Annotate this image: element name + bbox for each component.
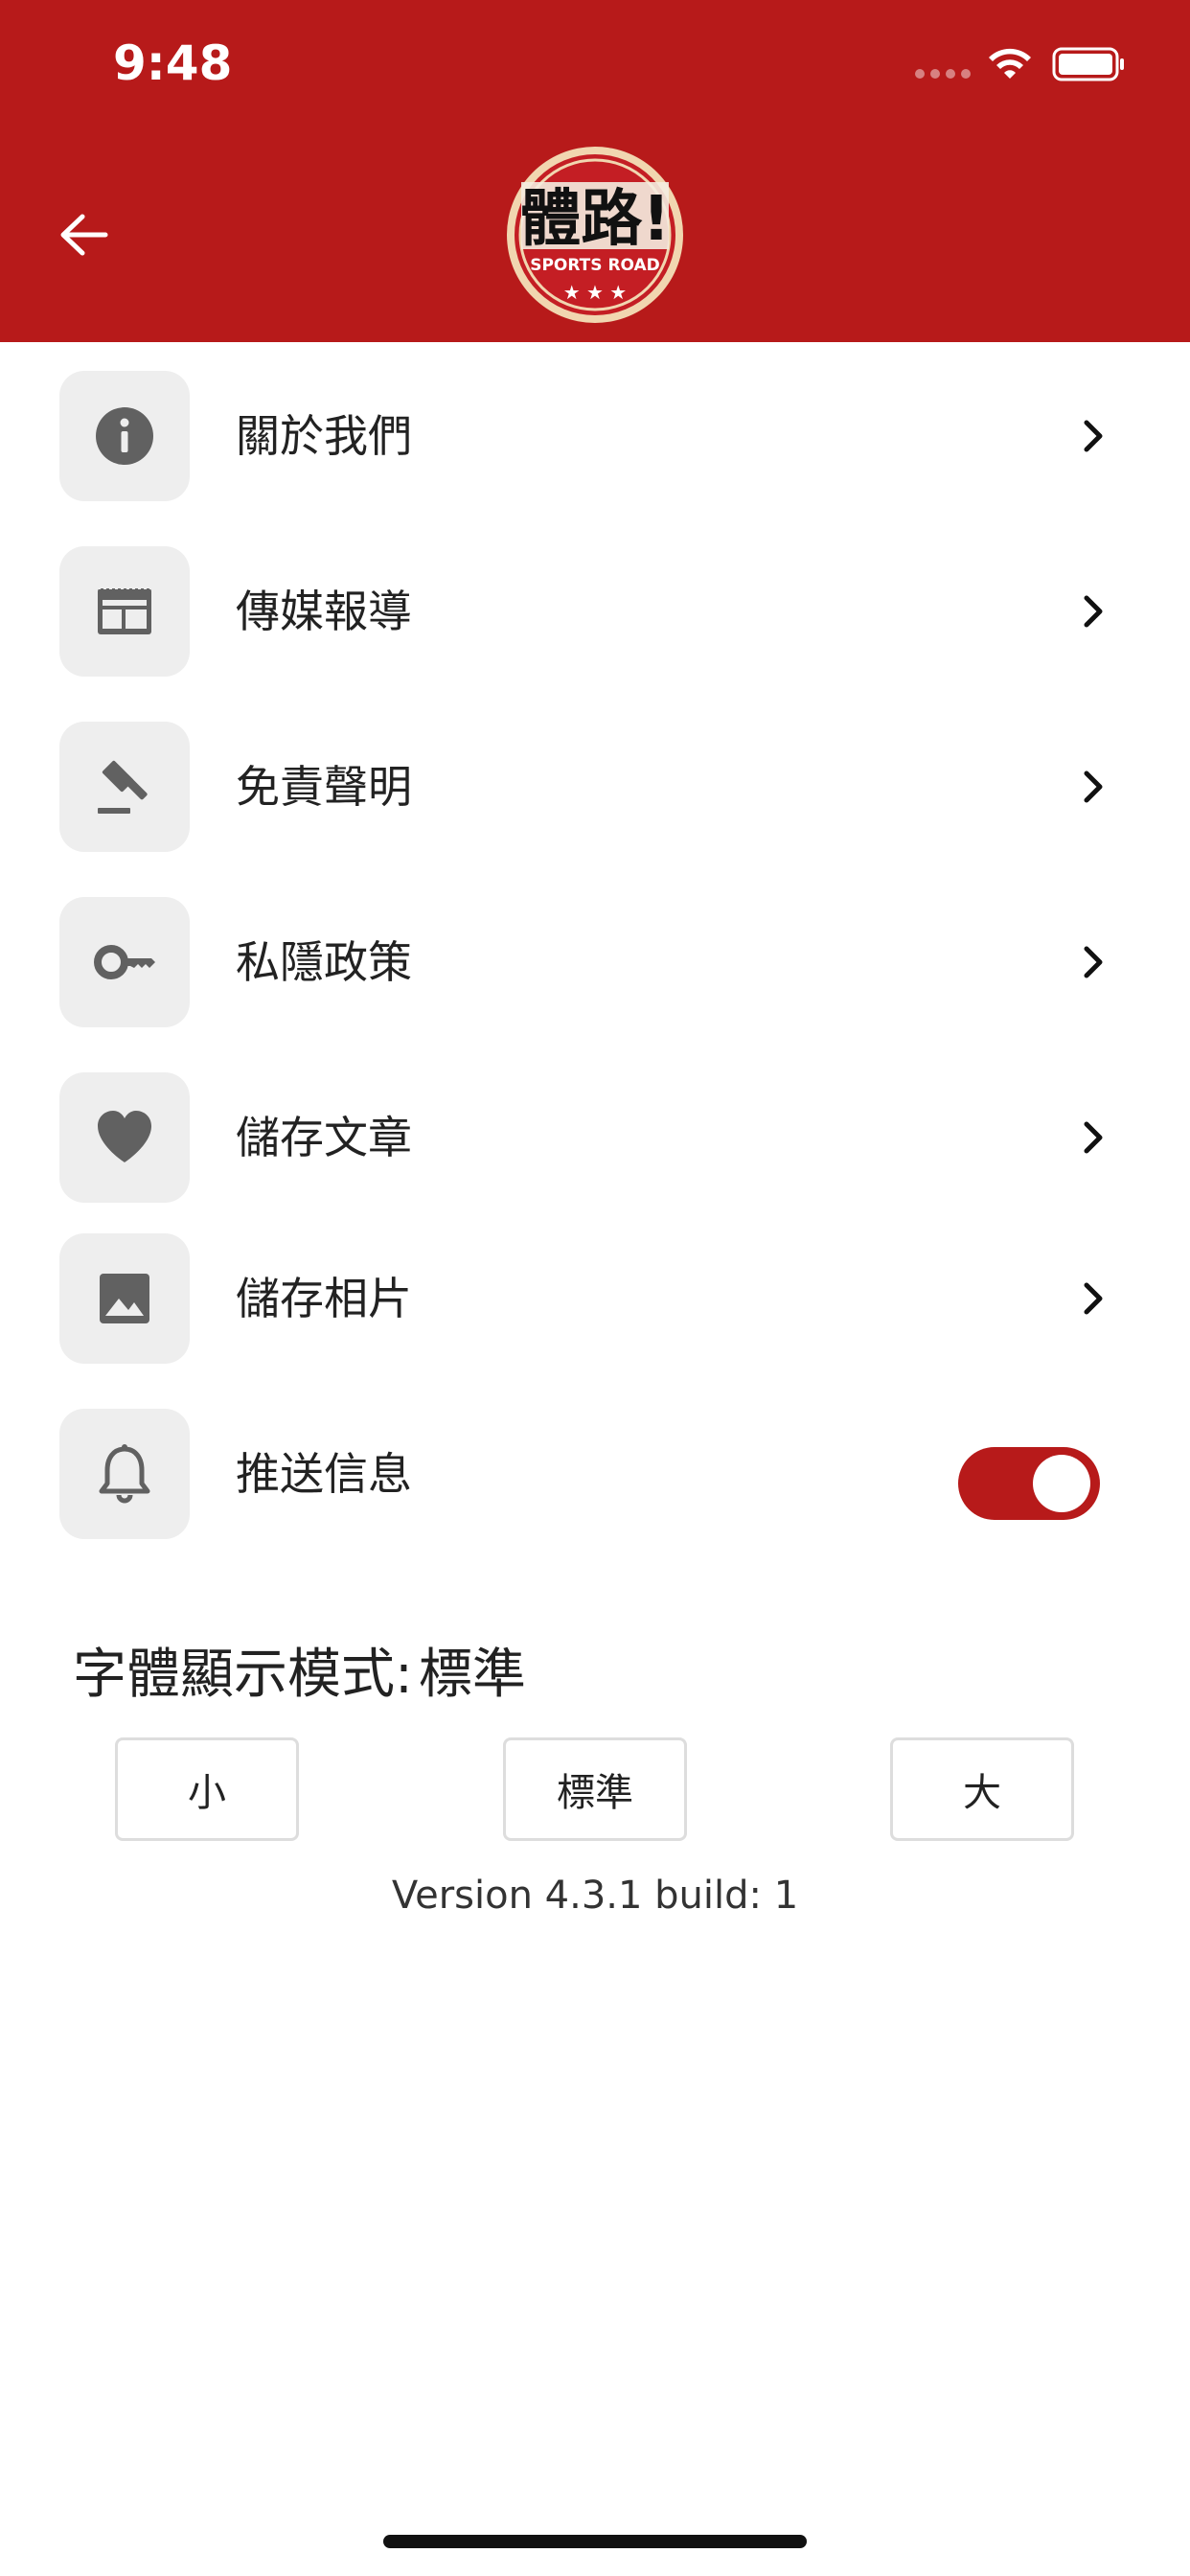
svg-text:體路!: 體路! <box>519 184 670 255</box>
svg-text:★ ★ ★: ★ ★ ★ <box>563 281 628 304</box>
menu-item-label: 關於我們 <box>236 410 412 462</box>
back-button[interactable] <box>50 196 117 273</box>
image-icon <box>59 1233 190 1364</box>
menu-item-label: 推送信息 <box>236 1448 412 1500</box>
chevron-right-icon <box>1084 1282 1103 1315</box>
push-notifications-toggle[interactable] <box>958 1447 1100 1520</box>
font-size-mode-label: 字體顯示模式: <box>73 1644 413 1706</box>
font-size-standard-button[interactable]: 標準 <box>503 1737 687 1841</box>
chevron-right-icon <box>1084 770 1103 803</box>
arrow-left-icon <box>60 214 108 256</box>
heart-icon <box>59 1072 190 1203</box>
sports-road-logo: 體路! SPORTS ROAD ★ ★ ★ <box>507 147 683 323</box>
menu-item-about-us[interactable]: 關於我們 <box>0 342 1190 501</box>
menu-item-privacy-policy[interactable]: 私隱政策 <box>0 868 1190 1027</box>
wifi-icon <box>989 48 1031 79</box>
svg-text:SPORTS ROAD: SPORTS ROAD <box>530 256 660 275</box>
font-size-large-button[interactable]: 大 <box>890 1737 1074 1841</box>
status-time: 9:48 <box>113 35 233 91</box>
gavel-icon <box>59 722 190 852</box>
menu-item-disclaimer[interactable]: 免責聲明 <box>0 693 1190 852</box>
newspaper-icon <box>59 546 190 677</box>
menu-item-saved-articles[interactable]: 儲存文章 <box>0 1044 1190 1203</box>
menu-item-label: 儲存相片 <box>236 1273 412 1324</box>
menu-item-push-notifications: 推送信息 <box>0 1380 1190 1539</box>
toggle-knob <box>1033 1455 1090 1512</box>
font-size-small-button[interactable]: 小 <box>115 1737 299 1841</box>
version-text: Version 4.3.1 build: 1 <box>391 1874 799 1918</box>
key-icon <box>59 897 190 1027</box>
menu-item-label: 傳媒報導 <box>236 586 412 637</box>
font-size-mode-current: 標準 <box>418 1644 526 1706</box>
chevron-right-icon <box>1084 946 1103 978</box>
cellular-signal-icon <box>915 69 971 79</box>
info-icon <box>59 371 190 501</box>
chevron-right-icon <box>1084 1121 1103 1154</box>
font-size-mode-heading: 字體顯示模式: 標準 <box>73 1639 532 1712</box>
menu-item-media-coverage[interactable]: 傳媒報導 <box>0 518 1190 677</box>
chevron-right-icon <box>1084 420 1103 452</box>
menu-item-saved-photos[interactable]: 儲存相片 <box>0 1205 1190 1364</box>
bell-icon <box>59 1409 190 1539</box>
home-indicator[interactable] <box>383 2535 807 2548</box>
app-header: 9:48 體路! SPORTS ROAD ★ ★ ★ <box>0 0 1190 342</box>
menu-item-label: 儲存文章 <box>236 1112 412 1163</box>
chevron-right-icon <box>1084 595 1103 628</box>
battery-icon <box>1052 47 1124 81</box>
menu-item-label: 私隱政策 <box>236 936 412 988</box>
menu-item-label: 免責聲明 <box>236 761 412 813</box>
